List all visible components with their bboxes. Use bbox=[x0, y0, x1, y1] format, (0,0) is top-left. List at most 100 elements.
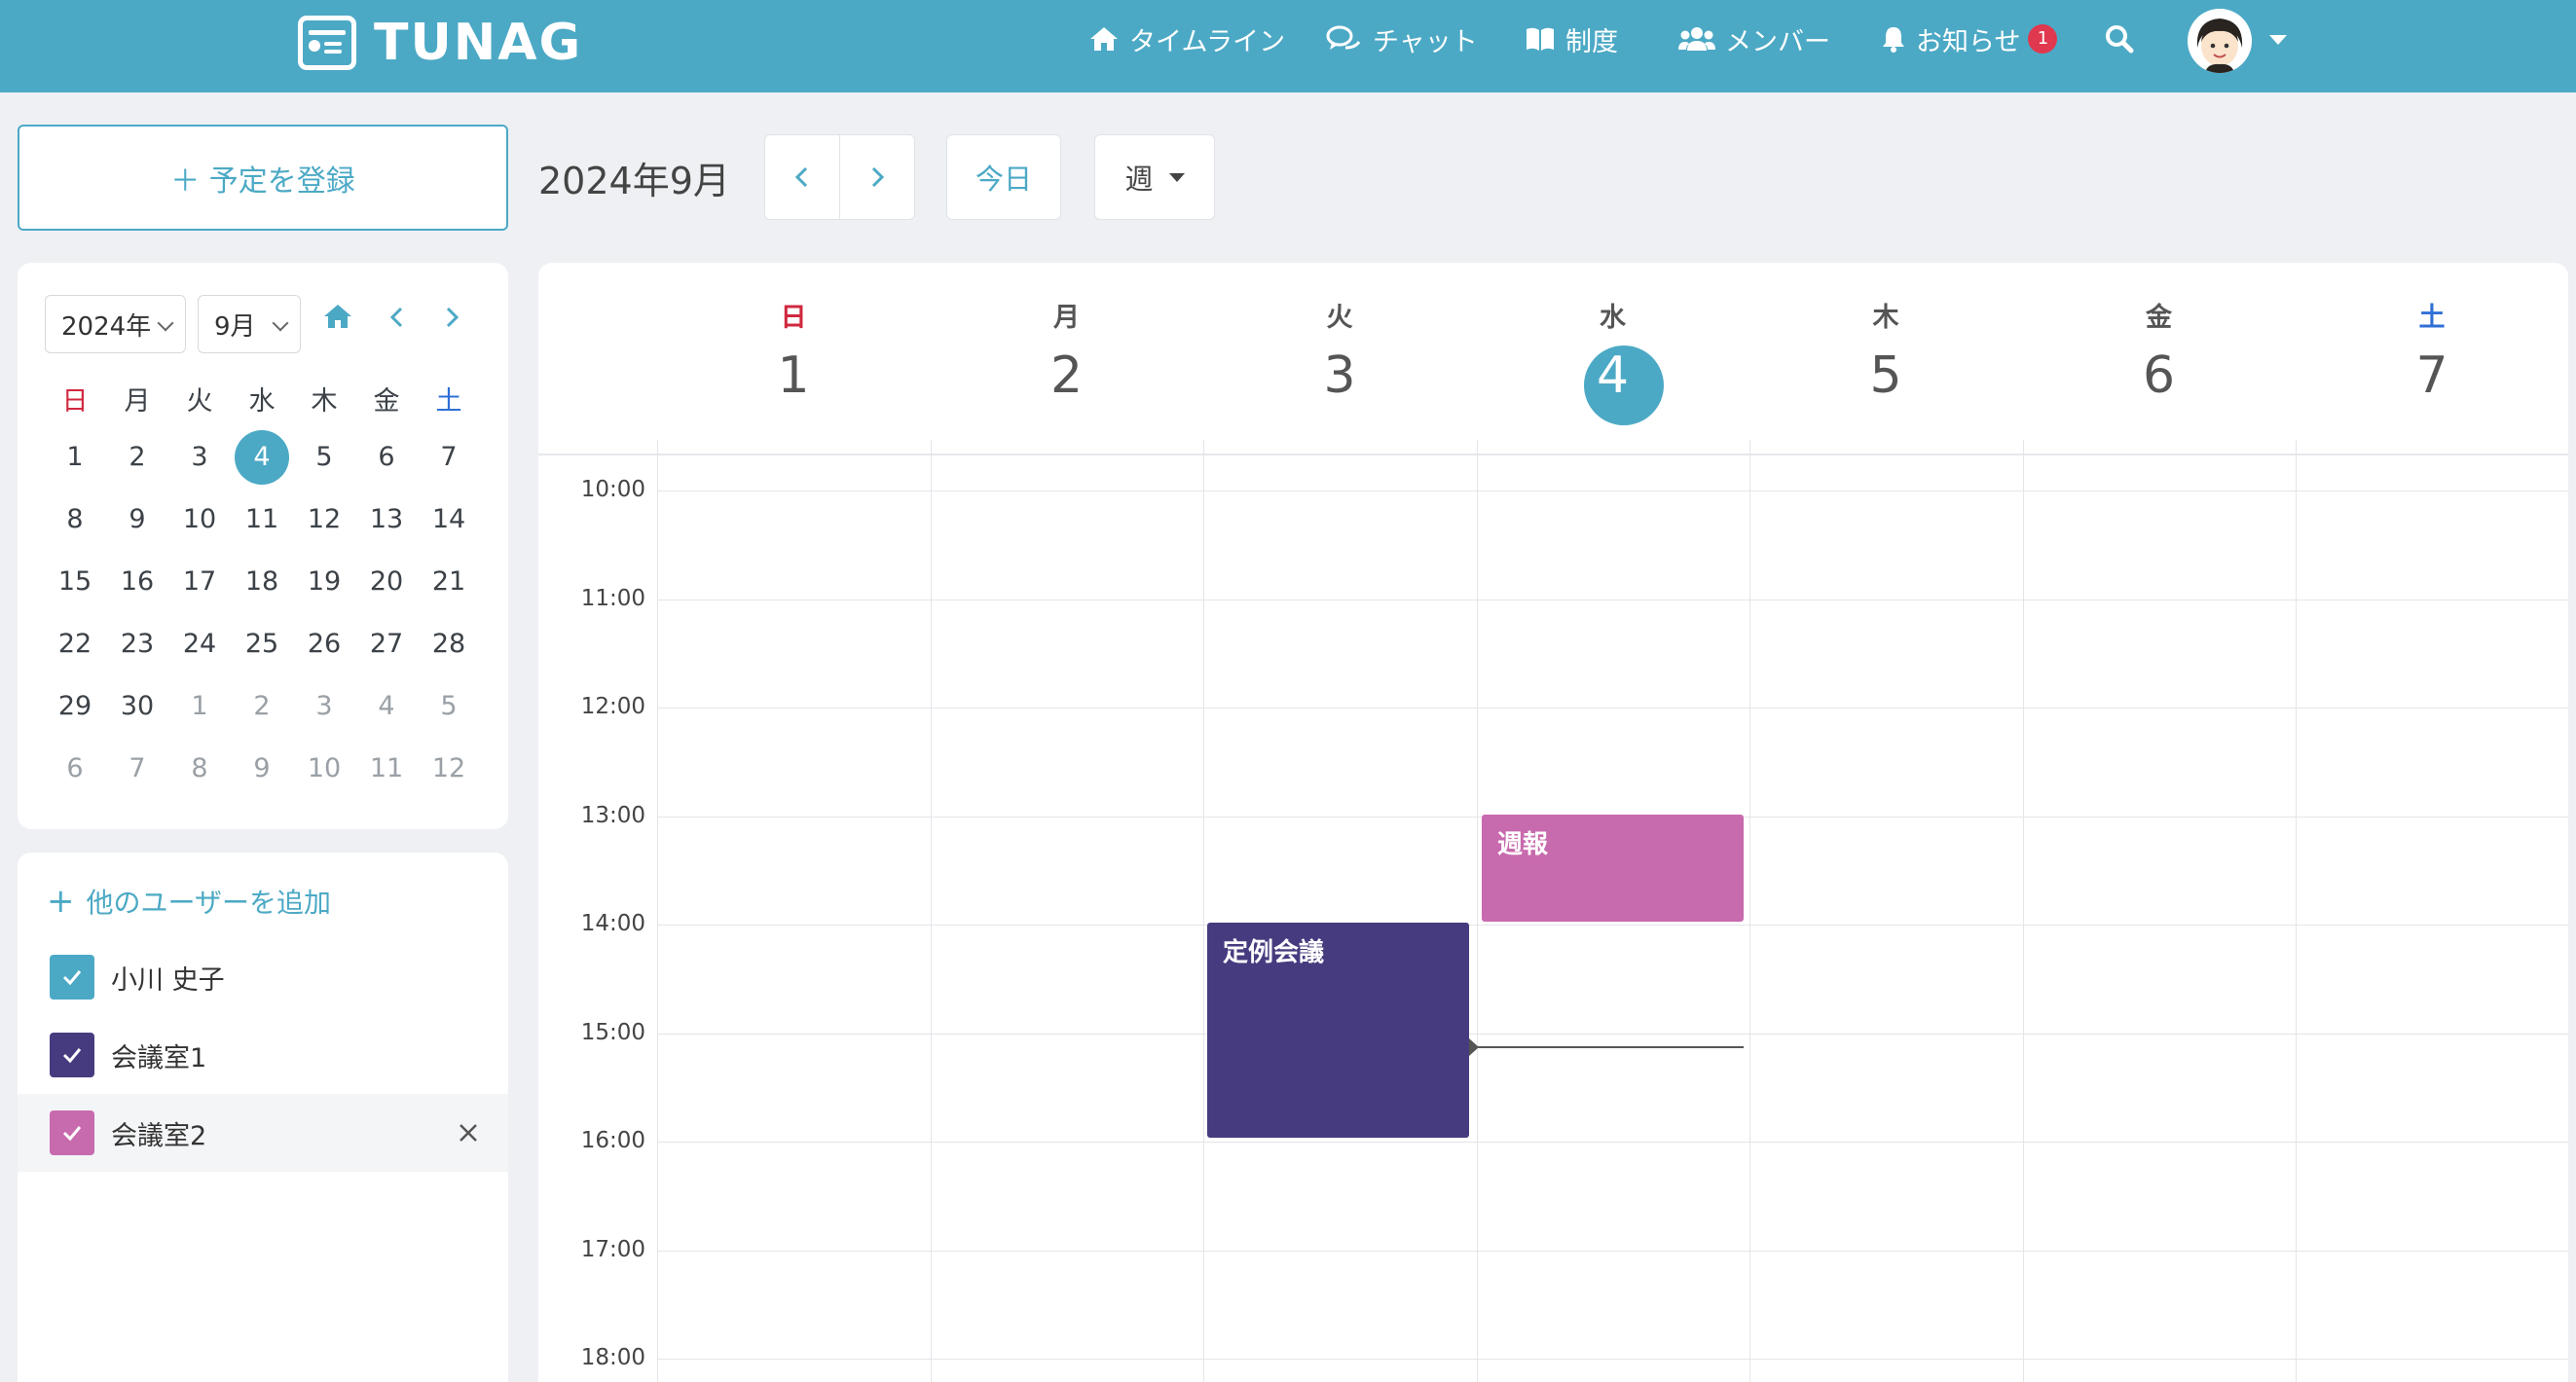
logo-text: TUNAG bbox=[374, 14, 583, 72]
user-row-room2[interactable]: 会議室2 bbox=[18, 1094, 508, 1172]
mini-calendar-day[interactable]: 10 bbox=[168, 504, 231, 534]
mini-calendar-day[interactable]: 2 bbox=[231, 691, 293, 721]
month-select[interactable]: 9月 bbox=[198, 295, 301, 353]
check-icon bbox=[62, 970, 82, 986]
app-header: TUNAG タイムライン チャット 制度 メンバー お知らせ 1 bbox=[0, 0, 2576, 92]
mini-calendar-day[interactable]: 7 bbox=[106, 753, 168, 783]
mini-calendar-day[interactable]: 30 bbox=[106, 691, 168, 721]
create-event-button[interactable]: ＋ 予定を登録 bbox=[18, 125, 508, 231]
nav-chat[interactable]: チャット bbox=[1326, 0, 1478, 78]
mini-calendar-day[interactable]: 27 bbox=[355, 629, 418, 659]
day-header-weekday: 金 bbox=[2146, 303, 2172, 333]
day-header[interactable]: 金6 bbox=[2023, 263, 2296, 453]
user-label: 会議室1 bbox=[111, 1042, 207, 1073]
event-regular-meeting[interactable]: 定例会議 bbox=[1207, 923, 1469, 1138]
day-column-divider bbox=[1476, 440, 1478, 1382]
mini-calendar-day[interactable]: 25 bbox=[231, 629, 293, 659]
mini-prev-month-icon[interactable] bbox=[387, 306, 407, 329]
time-label: 12:00 bbox=[580, 694, 645, 719]
weekday-sat: 土 bbox=[435, 386, 462, 417]
mini-calendar-day[interactable]: 14 bbox=[418, 504, 480, 534]
mini-calendar-day[interactable]: 8 bbox=[44, 504, 106, 534]
mini-calendar-day[interactable]: 29 bbox=[44, 691, 106, 721]
mini-calendar-day[interactable]: 13 bbox=[355, 504, 418, 534]
nav-timeline-label: タイムライン bbox=[1129, 26, 1286, 57]
day-header[interactable]: 月2 bbox=[931, 263, 1203, 453]
mini-calendar-day[interactable]: 12 bbox=[293, 504, 355, 534]
mini-calendar-day[interactable]: 19 bbox=[293, 566, 355, 597]
view-select[interactable]: 週 bbox=[1094, 134, 1215, 220]
mini-calendar-day[interactable]: 18 bbox=[231, 566, 293, 597]
day-header-date: 6 bbox=[2142, 346, 2176, 405]
mini-calendar-day[interactable]: 4 bbox=[231, 442, 293, 472]
user-row-ogawa[interactable]: 小川 史子 bbox=[18, 938, 508, 1016]
day-header-date: 5 bbox=[1869, 346, 1902, 405]
mini-calendar-day[interactable]: 12 bbox=[418, 753, 480, 783]
mini-calendar-day[interactable]: 15 bbox=[44, 566, 106, 597]
mini-calendar-day[interactable]: 28 bbox=[418, 629, 480, 659]
day-header[interactable]: 火3 bbox=[1203, 263, 1476, 453]
home-today-icon[interactable] bbox=[321, 302, 354, 331]
mini-calendar-day[interactable]: 26 bbox=[293, 629, 355, 659]
mini-calendar-day[interactable]: 16 bbox=[106, 566, 168, 597]
mini-calendar-day[interactable]: 10 bbox=[293, 753, 355, 783]
prev-week-button[interactable] bbox=[765, 135, 839, 219]
mini-calendar-day[interactable]: 8 bbox=[168, 753, 231, 783]
current-time-line bbox=[1473, 1046, 1744, 1048]
mini-calendar-day[interactable]: 1 bbox=[168, 691, 231, 721]
view-select-value: 週 bbox=[1124, 163, 1154, 196]
mini-calendar-day[interactable]: 20 bbox=[355, 566, 418, 597]
page-title: 2024年9月 bbox=[538, 160, 730, 202]
mini-calendar-day[interactable]: 24 bbox=[168, 629, 231, 659]
day-header[interactable]: 日1 bbox=[657, 263, 930, 453]
year-select[interactable]: 2024年 bbox=[45, 295, 186, 353]
nav-notifications[interactable]: お知らせ 1 bbox=[1881, 0, 2058, 78]
day-header[interactable]: 水4 bbox=[1477, 263, 1749, 453]
mini-calendar-day[interactable]: 3 bbox=[293, 691, 355, 721]
user-row-room1[interactable]: 会議室1 bbox=[18, 1016, 508, 1094]
mini-calendar-day[interactable]: 21 bbox=[418, 566, 480, 597]
today-button[interactable]: 今日 bbox=[946, 134, 1061, 220]
mini-calendar-day[interactable]: 1 bbox=[44, 442, 106, 472]
members-icon bbox=[1678, 27, 1715, 51]
mini-calendar-day[interactable]: 23 bbox=[106, 629, 168, 659]
nav-system[interactable]: 制度 bbox=[1525, 0, 1618, 78]
mini-calendar-day[interactable]: 22 bbox=[44, 629, 106, 659]
weekday-tue: 火 bbox=[186, 386, 213, 417]
mini-calendar-day[interactable]: 17 bbox=[168, 566, 231, 597]
day-column-divider bbox=[930, 440, 932, 1382]
mini-calendar-day[interactable]: 2 bbox=[106, 442, 168, 472]
weekday-wed: 水 bbox=[248, 386, 276, 417]
next-week-button[interactable] bbox=[839, 135, 914, 219]
nav-timeline[interactable]: タイムライン bbox=[1088, 0, 1285, 78]
account-menu-caret-icon[interactable] bbox=[2269, 35, 2287, 45]
day-header[interactable]: 土7 bbox=[2296, 263, 2568, 453]
time-label: 18:00 bbox=[580, 1345, 645, 1370]
mini-calendar-day[interactable]: 5 bbox=[293, 442, 355, 472]
add-user-button[interactable]: + 他のユーザーを追加 bbox=[47, 882, 331, 921]
day-header-date: 7 bbox=[2415, 346, 2448, 405]
mini-calendar-day[interactable]: 9 bbox=[231, 753, 293, 783]
mini-calendar-day[interactable]: 4 bbox=[355, 691, 418, 721]
user-checkbox[interactable] bbox=[50, 955, 94, 1000]
mini-calendar-day[interactable]: 11 bbox=[231, 504, 293, 534]
mini-calendar-day[interactable]: 3 bbox=[168, 442, 231, 472]
event-title: 週報 bbox=[1497, 830, 1549, 859]
search-button[interactable] bbox=[2105, 0, 2144, 78]
mini-next-month-icon[interactable] bbox=[442, 306, 461, 329]
mini-calendar-day[interactable]: 9 bbox=[106, 504, 168, 534]
mini-calendar-day[interactable]: 5 bbox=[418, 691, 480, 721]
tunag-logo[interactable]: TUNAG bbox=[298, 14, 582, 72]
mini-calendar-day[interactable]: 6 bbox=[355, 442, 418, 472]
close-icon[interactable] bbox=[458, 1122, 479, 1144]
mini-calendar-day[interactable]: 7 bbox=[418, 442, 480, 472]
user-avatar[interactable] bbox=[2188, 9, 2252, 73]
user-checkbox[interactable] bbox=[50, 1033, 94, 1077]
user-checkbox[interactable] bbox=[50, 1110, 94, 1155]
nav-members[interactable]: メンバー bbox=[1678, 0, 1830, 78]
day-header[interactable]: 木5 bbox=[1749, 263, 2022, 453]
mini-calendar-day[interactable]: 11 bbox=[355, 753, 418, 783]
event-weekly-report[interactable]: 週報 bbox=[1482, 815, 1744, 922]
nav-notifications-label: お知らせ bbox=[1916, 26, 2021, 57]
mini-calendar-day[interactable]: 6 bbox=[44, 753, 106, 783]
